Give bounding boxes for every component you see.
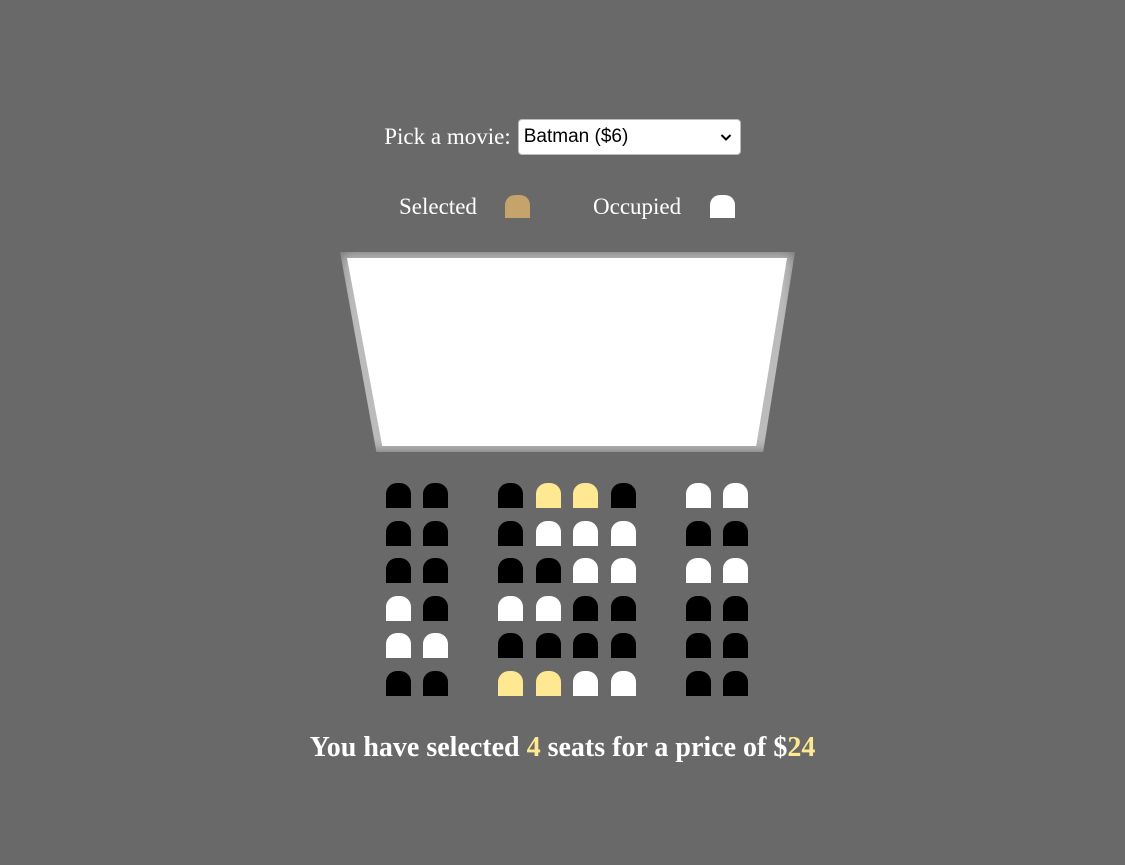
seat-available[interactable] <box>573 596 598 621</box>
seat-occupied <box>573 521 598 546</box>
seat-occupied <box>611 521 636 546</box>
seat-selected[interactable] <box>536 671 561 696</box>
seat-occupied <box>686 483 711 508</box>
seat-occupied <box>386 633 411 658</box>
seat-available[interactable] <box>498 558 523 583</box>
seat-occupied <box>686 558 711 583</box>
seat-available[interactable] <box>386 671 411 696</box>
legend-selected-seat-icon <box>505 195 530 218</box>
movie-select-value: Batman ($6) <box>523 126 629 147</box>
seat-available[interactable] <box>423 558 448 583</box>
seat-available[interactable] <box>723 633 748 658</box>
legend-occupied-seat-icon <box>710 195 735 218</box>
seat-available[interactable] <box>611 483 636 508</box>
seat-available[interactable] <box>498 633 523 658</box>
seat-occupied <box>723 558 748 583</box>
summary-prefix: You have selected <box>309 732 527 763</box>
seat-available[interactable] <box>386 483 411 508</box>
seat-occupied <box>536 596 561 621</box>
seat-available[interactable] <box>536 558 561 583</box>
seat-available[interactable] <box>386 558 411 583</box>
seat-available[interactable] <box>423 521 448 546</box>
selection-summary: You have selected 4 seats for a price of… <box>0 730 1125 766</box>
selected-count: 4 <box>526 732 541 763</box>
seat-available[interactable] <box>423 483 448 508</box>
seat-occupied <box>723 483 748 508</box>
seat-available[interactable] <box>686 521 711 546</box>
seat-available[interactable] <box>686 671 711 696</box>
seat-available[interactable] <box>573 633 598 658</box>
seat-available[interactable] <box>723 521 748 546</box>
summary-middle: seats for a price of $ <box>540 732 788 763</box>
seat-occupied <box>423 633 448 658</box>
seat-available[interactable] <box>723 596 748 621</box>
seat-occupied <box>573 671 598 696</box>
seat-occupied <box>611 671 636 696</box>
seat-occupied <box>611 558 636 583</box>
seat-available[interactable] <box>686 633 711 658</box>
seat-available[interactable] <box>423 671 448 696</box>
movie-picker-label: Pick a movie: <box>384 124 511 149</box>
seat-available[interactable] <box>386 521 411 546</box>
seat-occupied <box>386 596 411 621</box>
seat-available[interactable] <box>498 521 523 546</box>
seat-available[interactable] <box>723 671 748 696</box>
legend-occupied-label: Occupied <box>593 194 682 219</box>
seat-available[interactable] <box>686 596 711 621</box>
seat-selected[interactable] <box>498 671 523 696</box>
seat-occupied <box>573 558 598 583</box>
movie-select[interactable]: Batman ($6) <box>517 119 741 155</box>
total-price: 24 <box>787 732 816 763</box>
movie-picker-row: Pick a movie: Batman ($6) <box>0 119 1125 155</box>
seat-occupied <box>498 596 523 621</box>
seat-available[interactable] <box>536 633 561 658</box>
seat-selected[interactable] <box>573 483 598 508</box>
legend-selected-label: Selected <box>399 194 477 219</box>
seat-occupied <box>536 521 561 546</box>
seat-available[interactable] <box>423 596 448 621</box>
seat-available[interactable] <box>611 633 636 658</box>
seat-available[interactable] <box>498 483 523 508</box>
seat-selected[interactable] <box>536 483 561 508</box>
chevron-down-icon <box>720 134 731 141</box>
seat-available[interactable] <box>611 596 636 621</box>
cinema-screen <box>347 258 787 446</box>
